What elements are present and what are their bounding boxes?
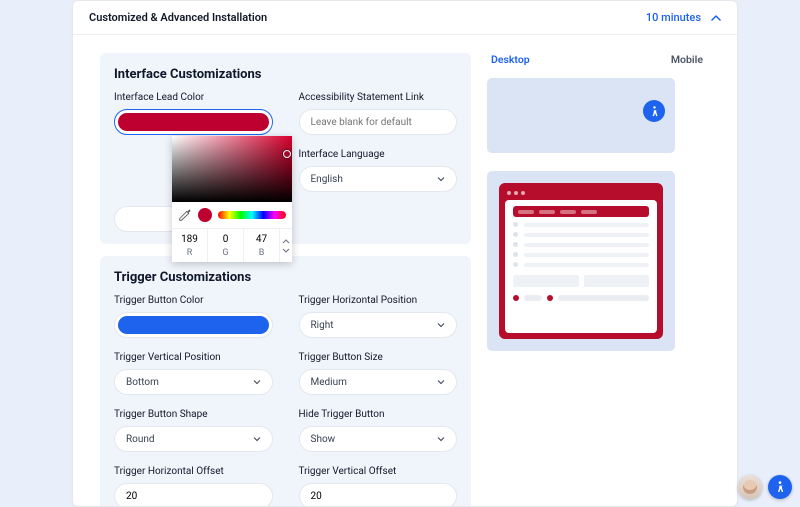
caret-down-icon xyxy=(253,378,261,386)
tab-desktop[interactable]: Desktop xyxy=(491,53,530,68)
installation-card: Customized & Advanced Installation 10 mi… xyxy=(72,0,738,507)
trigger-vpos-label: Trigger Vertical Position xyxy=(114,352,273,363)
trigger-hoff-input[interactable] xyxy=(114,483,273,506)
accessibility-link-label: Accessibility Statement Link xyxy=(299,92,458,103)
estimated-time: 10 minutes xyxy=(646,11,701,24)
preview-tabs: Desktop Mobile xyxy=(487,53,737,68)
trigger-heading: Trigger Customizations xyxy=(114,270,457,285)
mock-window xyxy=(499,183,663,339)
trigger-color-field[interactable] xyxy=(114,312,273,338)
lead-color-label: Interface Lead Color xyxy=(114,92,273,103)
trigger-hpos-label: Trigger Horizontal Position xyxy=(299,295,458,306)
chevron-down-icon xyxy=(280,246,292,255)
sv-cursor[interactable] xyxy=(283,150,291,158)
accessibility-badge[interactable] xyxy=(768,475,792,499)
trigger-shape-label: Trigger Button Shape xyxy=(114,409,273,420)
trigger-size-value: Medium xyxy=(311,377,347,388)
b-input[interactable]: 47 xyxy=(244,229,279,248)
caret-down-icon xyxy=(437,378,445,386)
accessibility-icon xyxy=(773,480,787,494)
rgb-inputs: 189 R 0 G 47 B xyxy=(172,228,292,262)
g-input[interactable]: 0 xyxy=(208,229,243,248)
trigger-hpos-select[interactable]: Right xyxy=(299,312,458,338)
language-value: English xyxy=(311,174,343,185)
color-picker[interactable]: 189 R 0 G 47 B xyxy=(172,136,292,262)
caret-down-icon xyxy=(437,175,445,183)
chevron-up-icon[interactable] xyxy=(711,13,721,23)
trigger-vpos-value: Bottom xyxy=(126,377,159,388)
trigger-size-select[interactable]: Medium xyxy=(299,369,458,395)
trigger-size-label: Trigger Button Size xyxy=(299,352,458,363)
card-header: Customized & Advanced Installation 10 mi… xyxy=(73,1,737,35)
eyedropper-icon[interactable] xyxy=(178,208,192,222)
format-stepper[interactable] xyxy=(280,229,292,262)
mock-nav xyxy=(513,206,649,217)
accessibility-link-text[interactable] xyxy=(311,117,446,128)
trigger-hoff-label: Trigger Horizontal Offset xyxy=(114,466,273,477)
trigger-hoff-value[interactable] xyxy=(126,491,261,502)
language-label: Interface Language xyxy=(299,149,458,160)
card-title: Customized & Advanced Installation xyxy=(89,11,267,24)
trigger-panel: Trigger Customizations Trigger Button Co… xyxy=(100,256,471,506)
trigger-voff-input[interactable] xyxy=(299,483,458,506)
accessibility-link-input[interactable] xyxy=(299,109,458,135)
g-label: G xyxy=(208,248,243,262)
trigger-shape-select[interactable]: Round xyxy=(114,426,273,452)
trigger-shape-value: Round xyxy=(126,434,155,445)
language-select[interactable]: English xyxy=(299,166,458,192)
interface-heading: Interface Customizations xyxy=(114,67,457,82)
trigger-hpos-value: Right xyxy=(311,320,334,331)
trigger-hide-select[interactable]: Show xyxy=(299,426,458,452)
current-color-dot xyxy=(198,208,212,222)
lead-color-field[interactable] xyxy=(114,109,273,135)
r-input[interactable]: 189 xyxy=(172,229,207,248)
trigger-vpos-select[interactable]: Bottom xyxy=(114,369,273,395)
accessibility-trigger-preview xyxy=(643,100,665,122)
floating-badges xyxy=(738,475,792,499)
desktop-preview xyxy=(487,78,675,153)
saturation-value-area[interactable] xyxy=(172,136,292,202)
caret-down-icon xyxy=(437,321,445,329)
trigger-color-swatch xyxy=(118,316,269,334)
avatar-badge[interactable] xyxy=(738,475,762,499)
b-label: B xyxy=(244,248,279,262)
settings-column: Interface Customizations Interface Lead … xyxy=(73,35,487,506)
preview-column: Desktop Mobile xyxy=(487,35,737,506)
caret-down-icon xyxy=(253,435,261,443)
trigger-voff-value[interactable] xyxy=(311,491,446,502)
window-controls-icon xyxy=(505,189,657,200)
hue-slider[interactable] xyxy=(218,211,286,219)
lead-color-swatch xyxy=(118,113,269,131)
accessibility-icon xyxy=(648,105,661,118)
styled-preview xyxy=(487,171,675,351)
trigger-color-label: Trigger Button Color xyxy=(114,295,273,306)
trigger-hide-label: Hide Trigger Button xyxy=(299,409,458,420)
tab-mobile[interactable]: Mobile xyxy=(671,53,703,68)
trigger-hide-value: Show xyxy=(311,434,336,445)
caret-down-icon xyxy=(437,435,445,443)
chevron-up-icon xyxy=(280,237,292,246)
trigger-voff-label: Trigger Vertical Offset xyxy=(299,466,458,477)
r-label: R xyxy=(172,248,207,262)
